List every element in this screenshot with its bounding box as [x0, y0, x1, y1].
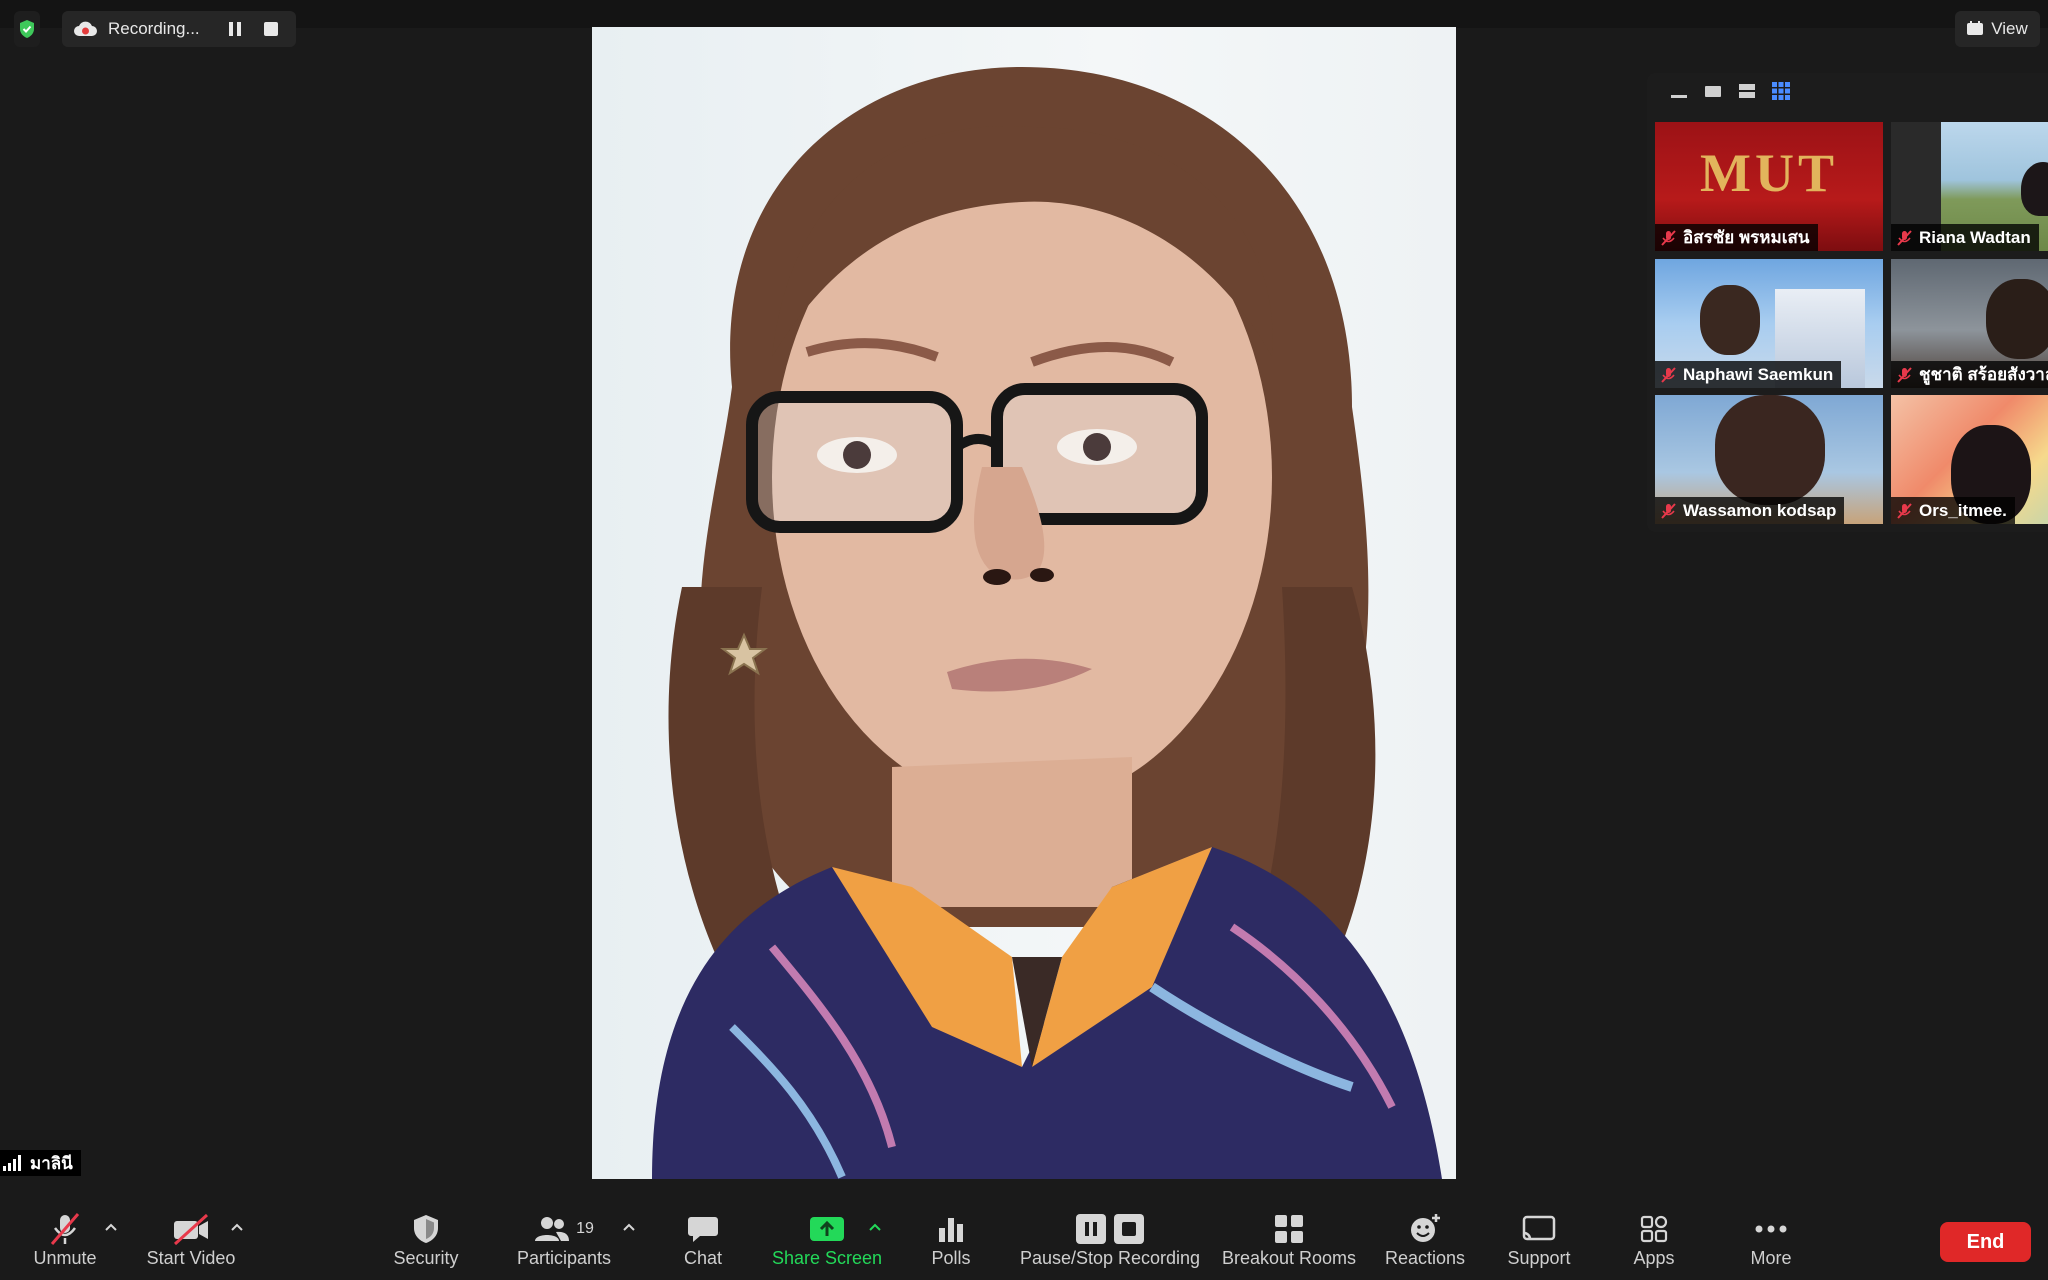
active-speaker-label: มาลินี [0, 1150, 81, 1176]
participant-name: ชูชาติ สร้อยสังวาล [1919, 365, 2048, 384]
audio-options-chevron-icon[interactable] [104, 1222, 118, 1232]
muted-mic-icon [1895, 229, 1913, 247]
security-button[interactable]: Security [386, 1212, 466, 1272]
participants-count: 19 [576, 1220, 594, 1237]
end-meeting-button[interactable]: End [1940, 1222, 2031, 1262]
polls-icon [936, 1212, 966, 1246]
chat-icon [687, 1212, 719, 1246]
gallery-panel: MUT อิสรชัย พรหมเสน Riana Wadtan Naphawi… [1647, 73, 2048, 532]
share-screen-label: Share Screen [771, 1248, 883, 1268]
chat-button[interactable]: Chat [680, 1212, 726, 1272]
share-screen-button[interactable]: Share Screen [770, 1212, 884, 1272]
unmute-label: Unmute [33, 1248, 97, 1268]
breakout-rooms-label: Breakout Rooms [1221, 1248, 1357, 1268]
support-label: Support [1507, 1248, 1571, 1268]
polls-button[interactable]: Polls [928, 1212, 974, 1272]
signal-strength-icon [3, 1155, 21, 1171]
apps-button[interactable]: Apps [1630, 1212, 1678, 1272]
participant-name-label: Riana Wadtan [1891, 224, 2039, 251]
muted-mic-icon [1659, 366, 1677, 384]
muted-mic-icon [1895, 366, 1913, 384]
cloud-recording-icon [72, 20, 98, 38]
participant-name-label: Naphawi Saemkun [1655, 361, 1842, 388]
participant-name-label: Wassamon kodsap [1655, 497, 1845, 524]
stop-recording-icon[interactable] [263, 22, 278, 36]
more-label: More [1750, 1248, 1792, 1268]
chat-label: Chat [683, 1248, 723, 1268]
video-off-icon [171, 1212, 211, 1246]
muted-mic-icon [1659, 229, 1677, 247]
muted-mic-icon [1895, 502, 1913, 520]
recording-controls-icon-group [1076, 1212, 1144, 1246]
more-dots-icon [1754, 1212, 1788, 1246]
shield-icon [411, 1212, 441, 1246]
polls-label: Polls [931, 1248, 971, 1268]
apps-icon [1639, 1212, 1669, 1246]
participant-silhouette [1700, 285, 1760, 355]
participant-tile[interactable]: Riana Wadtan [1891, 122, 2048, 251]
top-bar [0, 0, 2048, 28]
participants-label: Participants [516, 1248, 612, 1268]
gallery-view-toolbar [1669, 81, 1791, 101]
pause-stop-recording-button[interactable]: Pause/Stop Recording [1020, 1212, 1200, 1272]
encryption-shield-icon[interactable] [14, 11, 40, 47]
participant-name: Riana Wadtan [1919, 227, 2031, 247]
share-options-chevron-icon[interactable] [868, 1222, 882, 1232]
view-button[interactable]: View [1955, 11, 2040, 47]
minimize-icon[interactable] [1669, 81, 1689, 101]
participant-tile[interactable]: MUT อิสรชัย พรหมเสน [1655, 122, 1883, 251]
mut-logo: MUT [1700, 143, 1838, 203]
reactions-button[interactable]: Reactions [1384, 1212, 1466, 1272]
muted-microphone-icon [47, 1212, 83, 1246]
participants-icon [535, 1217, 570, 1241]
participant-name-label: ชูชาติ สร้อยสังวาล [1891, 361, 2048, 388]
grid-view-icon [1967, 21, 1984, 35]
side-by-side-icon[interactable] [1737, 81, 1757, 101]
speaker-video-frame [652, 67, 1442, 1179]
reactions-icon [1408, 1212, 1442, 1246]
meeting-toolbar: Unmute Start Video Security 19 Participa… [0, 1182, 2048, 1280]
participant-name-label: อิสรชัย พรหมเสน [1655, 224, 1818, 251]
reactions-label: Reactions [1384, 1248, 1466, 1268]
participant-name: อิสรชัย พรหมเสน [1683, 228, 1810, 247]
active-speaker-name: มาลินี [30, 1153, 73, 1173]
participants-icon-group: 19 [534, 1212, 594, 1246]
participant-name: Wassamon kodsap [1683, 500, 1837, 520]
stop-icon [1114, 1214, 1144, 1244]
participant-tile[interactable]: Ors_itmee. [1891, 395, 2048, 524]
recording-status: Recording... [108, 19, 200, 38]
participant-tile[interactable]: Naphawi Saemkun [1655, 259, 1883, 388]
participant-silhouette [1986, 279, 2048, 359]
participant-tile[interactable]: Wassamon kodsap [1655, 395, 1883, 524]
security-label: Security [393, 1248, 459, 1268]
participant-name: Naphawi Saemkun [1683, 364, 1834, 384]
more-button[interactable]: More [1748, 1212, 1794, 1272]
pause-recording-icon[interactable] [228, 21, 242, 37]
gallery-grid-icon[interactable] [1771, 81, 1791, 101]
participant-name: Ors_itmee. [1919, 500, 2007, 520]
active-speaker-video [592, 27, 1456, 1179]
view-label: View [1991, 19, 2028, 38]
apps-label: Apps [1633, 1248, 1675, 1268]
support-cast-icon [1521, 1212, 1557, 1246]
breakout-rooms-icon [1273, 1212, 1305, 1246]
recording-indicator: Recording... [62, 11, 296, 47]
participants-options-chevron-icon[interactable] [622, 1222, 636, 1232]
support-button[interactable]: Support [1506, 1212, 1572, 1272]
muted-mic-icon [1659, 502, 1677, 520]
participants-button[interactable]: 19 Participants [510, 1212, 618, 1272]
start-video-label: Start Video [146, 1248, 236, 1268]
pause-icon [1076, 1214, 1106, 1244]
share-screen-icon [809, 1212, 845, 1246]
start-video-button[interactable]: Start Video [140, 1212, 242, 1272]
participant-silhouette [1715, 395, 1825, 505]
breakout-rooms-button[interactable]: Breakout Rooms [1222, 1212, 1356, 1272]
unmute-button[interactable]: Unmute [24, 1212, 106, 1272]
video-options-chevron-icon[interactable] [230, 1222, 244, 1232]
speaker-strip-icon[interactable] [1703, 81, 1723, 101]
pause-stop-recording-label: Pause/Stop Recording [1019, 1248, 1201, 1268]
participant-tile[interactable]: ชูชาติ สร้อยสังวาล [1891, 259, 2048, 388]
participant-name-label: Ors_itmee. [1891, 497, 2015, 524]
